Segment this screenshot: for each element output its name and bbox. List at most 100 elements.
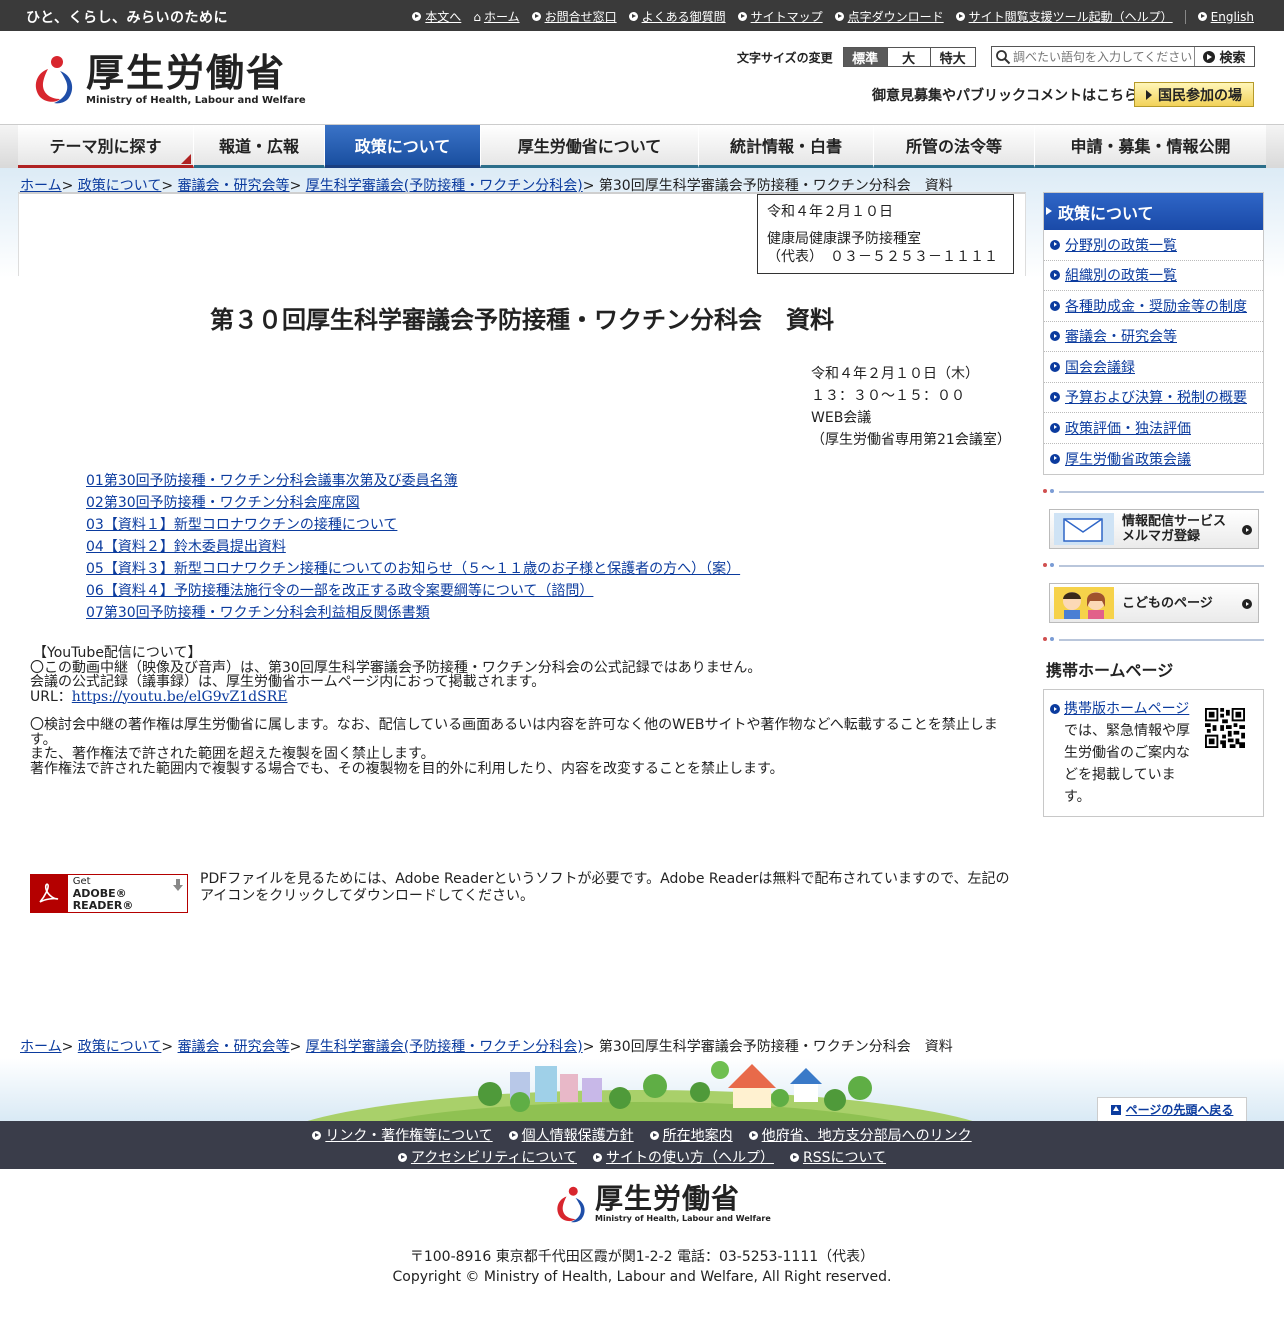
divider bbox=[1043, 563, 1264, 569]
font-size-standard-button[interactable]: 標準 bbox=[842, 47, 888, 67]
footer-link[interactable]: 所在地案内 bbox=[649, 1125, 733, 1145]
arrow-icon bbox=[649, 1130, 659, 1140]
phone: （代表） ０３－５２５３－１１１１ bbox=[767, 249, 998, 265]
util-link-braille[interactable]: 点字ダウンロード bbox=[834, 8, 944, 25]
arrow-icon bbox=[1242, 599, 1252, 609]
arrow-icon bbox=[508, 1130, 518, 1140]
youtube-line: また、著作権法で許された範囲を超えた複製を固く禁止します。 bbox=[30, 746, 435, 762]
youtube-line: 〇検討会中継の著作権は厚生労働省に属します。なお、配信している画面あるいは内容を… bbox=[30, 717, 998, 748]
adobe-get-label: Get bbox=[72, 875, 91, 887]
tagline: ひと、くらし、みらいのために bbox=[26, 10, 229, 26]
mobile-site-link[interactable]: 携帯版ホームページ bbox=[1064, 701, 1189, 717]
logo-title: 厚生労働省 bbox=[86, 51, 287, 95]
nav-press[interactable]: 報道・広報 bbox=[194, 125, 325, 168]
back-to-top-button[interactable]: ページの先頭へ戻る bbox=[1097, 1097, 1247, 1121]
footer-link[interactable]: RSSについて bbox=[789, 1147, 886, 1167]
util-link-contact[interactable]: お問合せ窓口 bbox=[531, 8, 617, 25]
arrow-icon bbox=[397, 1152, 407, 1162]
public-comment-label: 御意見募集やパブリックコメントはこちら bbox=[872, 88, 1138, 104]
search-box: 検索 bbox=[991, 46, 1255, 67]
bullet-icon bbox=[1050, 331, 1060, 342]
footer-logo-subtitle: Ministry of Health, Labour and Welfare bbox=[595, 1214, 771, 1223]
util-link-english[interactable]: English bbox=[1197, 10, 1254, 24]
mhlw-logo-icon bbox=[35, 56, 73, 104]
meeting-info: 令和４年２月１０日（木） １３：３０～１５：００ WEB会議 （厚生労働省専用第… bbox=[811, 363, 1011, 451]
bullet-icon bbox=[1050, 270, 1060, 281]
font-size-large-button[interactable]: 大 bbox=[887, 47, 931, 67]
search-button[interactable]: 検索 bbox=[1194, 47, 1254, 66]
nav-applications[interactable]: 申請・募集・情報公開 bbox=[1035, 125, 1266, 168]
youtube-url-link[interactable]: https://youtu.be/elG9vZ1dSRE bbox=[72, 689, 288, 705]
document-link[interactable]: 04【資料２】鈴木委員提出資料 bbox=[86, 539, 286, 555]
sidebar: 政策について 分野別の政策一覧 組織別の政策一覧 各種助成金・奨励金等の制度 審… bbox=[1043, 192, 1264, 817]
document-link[interactable]: 02第30回予防接種・ワクチン分科会座席図 bbox=[86, 495, 360, 511]
nav-laws[interactable]: 所管の法令等 bbox=[874, 125, 1035, 168]
breadcrumb-councils[interactable]: 審議会・研究会等 bbox=[178, 178, 290, 194]
sidebar-item[interactable]: 予算および決算・税制の概要 bbox=[1044, 383, 1263, 413]
list-item: 06【資料４】予防接種法施行令の一部を改正する政令案要綱等について（諮問） bbox=[86, 580, 740, 602]
get-adobe-reader-button[interactable]: Get ADOBE® READER® bbox=[30, 874, 188, 913]
meeting-date: 令和４年２月１０日（木） bbox=[811, 366, 979, 382]
search-input[interactable] bbox=[1013, 49, 1193, 64]
document-list: 01第30回予防接種・ワクチン分科会議事次第及び委員名簿 02第30回予防接種・… bbox=[86, 470, 740, 624]
util-link-home[interactable]: ⌂ ホーム bbox=[473, 8, 519, 25]
youtube-line: 著作権法で許された範囲内で複製する場合でも、その複製物を目的外に利用したり、内容… bbox=[30, 760, 784, 777]
global-nav: テーマ別に探す 報道・広報 政策について 厚生労働省について 統計情報・白書 所… bbox=[0, 124, 1284, 168]
nav-about[interactable]: 厚生労働省について bbox=[481, 125, 699, 168]
footer-link[interactable]: リンク・著作権等について bbox=[312, 1125, 493, 1145]
list-item: 07第30回予防接種・ワクチン分科会利益相反関係書類 bbox=[86, 602, 740, 624]
nav-policy[interactable]: 政策について bbox=[325, 125, 481, 168]
document-link[interactable]: 07第30回予防接種・ワクチン分科会利益相反関係書類 bbox=[86, 605, 430, 621]
search-icon bbox=[996, 49, 1011, 64]
sidebar-item[interactable]: 各種助成金・奨励金等の制度 bbox=[1044, 291, 1263, 322]
arrow-icon bbox=[789, 1152, 799, 1162]
footer-link[interactable]: 他府省、地方支分部局へのリンク bbox=[748, 1125, 972, 1145]
banner-label: こどものページ bbox=[1122, 595, 1213, 611]
kids-page-banner[interactable]: こどものページ bbox=[1049, 583, 1259, 623]
breadcrumb-councils[interactable]: 審議会・研究会等 bbox=[178, 1039, 290, 1055]
public-participation-button[interactable]: 国民参加の場 bbox=[1134, 82, 1254, 107]
mobile-description: では、緊急情報や厚生労働省のご案内などを掲載しています。 bbox=[1064, 723, 1190, 805]
font-size-xlarge-button[interactable]: 特大 bbox=[930, 47, 976, 67]
document-link[interactable]: 01第30回予防接種・ワクチン分科会議事次第及び委員名簿 bbox=[86, 473, 458, 489]
footer-link[interactable]: アクセシビリティについて bbox=[397, 1147, 577, 1167]
sidebar-item[interactable]: 国会会議録 bbox=[1044, 352, 1263, 383]
util-link-sitemap[interactable]: サイトマップ bbox=[737, 8, 823, 25]
nav-theme[interactable]: テーマ別に探す bbox=[18, 125, 194, 168]
sidebar-item[interactable]: 政策評価・独法評価 bbox=[1044, 413, 1263, 444]
sidebar-item[interactable]: 厚生労働省政策会議 bbox=[1044, 444, 1263, 475]
breadcrumb-home[interactable]: ホーム bbox=[20, 1039, 62, 1055]
arrow-icon bbox=[1197, 12, 1207, 21]
font-size-label: 文字サイズの変更 bbox=[737, 50, 833, 65]
document-link[interactable]: 06【資料４】予防接種法施行令の一部を改正する政令案要綱等について（諮問） bbox=[86, 583, 593, 599]
divider bbox=[1043, 637, 1264, 643]
top-utility-bar: ひと、くらし、みらいのために 本文へ ⌂ ホーム お問合せ窓口 よくある御質問 サ… bbox=[0, 0, 1284, 31]
breadcrumb-home[interactable]: ホーム bbox=[20, 178, 62, 194]
nav-statistics[interactable]: 統計情報・白書 bbox=[699, 125, 874, 168]
util-link-faq[interactable]: よくある御質問 bbox=[628, 8, 726, 25]
sidebar-item[interactable]: 組織別の政策一覧 bbox=[1044, 261, 1263, 291]
sidebar-item[interactable]: 分野別の政策一覧 bbox=[1044, 230, 1263, 261]
footer-illustration bbox=[0, 1058, 1284, 1122]
document-link[interactable]: 03【資料１】新型コロナワクチンの接種について bbox=[86, 517, 397, 533]
breadcrumb-policy[interactable]: 政策について bbox=[78, 1039, 162, 1055]
document-link[interactable]: 05【資料３】新型コロナワクチン接種についてのお知らせ（５～１１歳のお子様と保護… bbox=[86, 561, 740, 577]
breadcrumb-policy[interactable]: 政策について bbox=[78, 178, 162, 194]
address-line: 〒100-8916 東京都千代田区霞が関1-2-2 電話：03-5253-111… bbox=[409, 1249, 875, 1265]
breadcrumb-vaccine-council[interactable]: 厚生科学審議会(予防接種・ワクチン分科会) bbox=[306, 178, 583, 194]
footer-link[interactable]: 個人情報保護方針 bbox=[508, 1125, 634, 1145]
list-item: 03【資料１】新型コロナワクチンの接種について bbox=[86, 514, 740, 536]
breadcrumb-vaccine-council[interactable]: 厚生科学審議会(予防接種・ワクチン分科会) bbox=[306, 1039, 583, 1055]
arrow-icon bbox=[737, 12, 747, 21]
footer-link[interactable]: サイトの使い方（ヘルプ） bbox=[592, 1147, 774, 1167]
util-link-support-tool[interactable]: サイト閲覧支援ツール起動（ヘルプ） bbox=[955, 8, 1173, 25]
sidebar-item[interactable]: 審議会・研究会等 bbox=[1044, 322, 1263, 352]
util-link-skip[interactable]: 本文へ bbox=[412, 8, 461, 25]
arrow-icon bbox=[1242, 525, 1252, 535]
banner-label: メルマガ登録 bbox=[1122, 529, 1201, 544]
breadcrumb: ホーム> 政策について> 審議会・研究会等> 厚生科学審議会(予防接種・ワクチン… bbox=[20, 178, 953, 194]
mail-magazine-banner[interactable]: 情報配信サービス メルマガ登録 bbox=[1049, 509, 1259, 549]
site-logo[interactable]: 厚生労働省 Ministry of Health, Labour and Wel… bbox=[30, 53, 306, 106]
copyright: Copyright © Ministry of Health, Labour a… bbox=[392, 1269, 892, 1285]
arrow-icon bbox=[531, 12, 541, 21]
